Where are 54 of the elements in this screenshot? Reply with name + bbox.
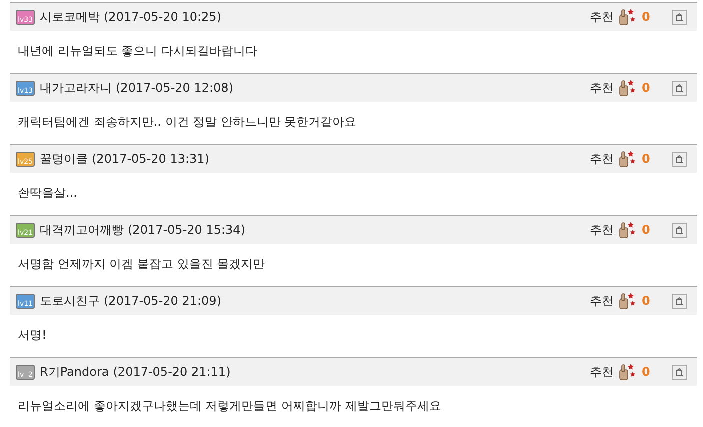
building-icon bbox=[675, 12, 684, 22]
recommend-button[interactable] bbox=[618, 8, 638, 26]
recommend-count: 0 bbox=[642, 9, 652, 26]
recommend-button[interactable] bbox=[618, 292, 638, 310]
report-button[interactable] bbox=[672, 10, 687, 24]
report-button[interactable] bbox=[672, 80, 687, 96]
thumbs-up-icon bbox=[618, 292, 638, 310]
comment-author[interactable]: 대격끼고어깨빵 bbox=[40, 221, 124, 239]
report-button[interactable] bbox=[672, 152, 687, 166]
comment-author[interactable]: 내가고라자니 bbox=[40, 79, 112, 97]
building-icon bbox=[675, 296, 684, 306]
report-button[interactable] bbox=[672, 364, 687, 380]
comment-text: 서명! bbox=[18, 327, 47, 344]
recommend-label: 추천 bbox=[590, 222, 614, 239]
recommend-label: 추천 bbox=[590, 80, 614, 97]
building-icon bbox=[675, 84, 684, 92]
building-icon bbox=[675, 368, 684, 376]
comment-text: 리뉴얼소리에 좋아지겠구나했는데 저렇게만들면 어찌합니까 제발그만둬주세요 bbox=[18, 398, 442, 415]
comment-author[interactable]: 꿀덩이클 bbox=[40, 150, 88, 168]
comment-text: 서명함 언제까지 이겜 붙잡고 있을진 몰겠지만 bbox=[18, 256, 266, 273]
building-icon bbox=[675, 226, 684, 234]
comment-time: (2017-05-20 10:25) bbox=[104, 9, 222, 26]
recommend-count: 0 bbox=[642, 364, 652, 381]
thumbs-up-icon bbox=[618, 363, 638, 381]
comment-text: 캐릭터팀에겐 죄송하지만.. 이건 정말 안하느니만 못한거같아요 bbox=[18, 114, 357, 131]
comment-text: 내년에 리뉴얼되도 좋으니 다시되길바랍니다 bbox=[18, 43, 258, 60]
comment-author[interactable]: 시로코메박 bbox=[40, 8, 100, 26]
building-icon bbox=[675, 154, 684, 164]
recommend-label: 추천 bbox=[590, 364, 614, 381]
recommend-label: 추천 bbox=[590, 9, 614, 26]
recommend-count: 0 bbox=[642, 293, 652, 310]
comment-time: (2017-05-20 21:09) bbox=[104, 293, 222, 310]
recommend-button[interactable] bbox=[618, 79, 638, 97]
comment-time: (2017-05-20 12:08) bbox=[116, 80, 234, 97]
recommend-count: 0 bbox=[642, 80, 652, 97]
comment-author[interactable]: R기Pandora bbox=[40, 363, 110, 381]
report-button[interactable] bbox=[672, 294, 687, 308]
comment-time: (2017-05-20 21:11) bbox=[113, 364, 231, 381]
thumbs-up-icon bbox=[618, 221, 638, 239]
recommend-count: 0 bbox=[642, 222, 652, 239]
recommend-button[interactable] bbox=[618, 150, 638, 168]
recommend-button[interactable] bbox=[618, 363, 638, 381]
comment-time: (2017-05-20 13:31) bbox=[92, 151, 210, 168]
thumbs-up-icon bbox=[618, 8, 638, 26]
thumbs-up-icon bbox=[618, 79, 638, 97]
recommend-count: 0 bbox=[642, 151, 652, 168]
recommend-label: 추천 bbox=[590, 293, 614, 310]
comment-text: 솬딱을살... bbox=[18, 185, 78, 202]
recommend-button[interactable] bbox=[618, 221, 638, 239]
report-button[interactable] bbox=[672, 222, 687, 238]
comment-time: (2017-05-20 15:34) bbox=[128, 222, 246, 239]
thumbs-up-icon bbox=[618, 150, 638, 168]
comment-author[interactable]: 도로시친구 bbox=[40, 292, 100, 310]
recommend-label: 추천 bbox=[590, 151, 614, 168]
